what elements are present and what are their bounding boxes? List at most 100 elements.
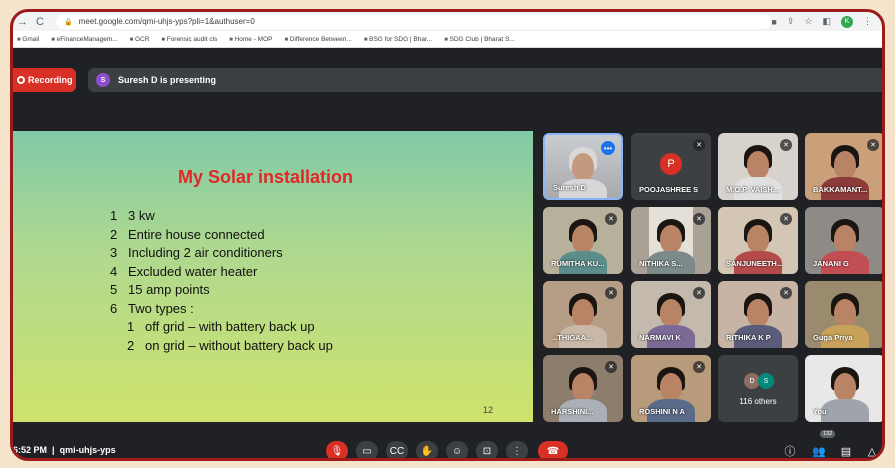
slide-page-number: 12 — [483, 405, 494, 415]
separator: | — [49, 445, 58, 455]
mic-off-icon: ✕ — [780, 139, 792, 151]
share-icon[interactable]: ⇪ — [787, 16, 795, 27]
camera-toggle-button[interactable]: ▭ — [356, 441, 378, 458]
bookmark-home-mop[interactable]: Home - MOP — [229, 36, 273, 43]
meeting-info: 6:52 PM | qmi-uhjs-yps — [13, 437, 116, 458]
participant-name: POOJASHREE S — [639, 185, 699, 194]
bookmark-efinance[interactable]: eFinanceManagem... — [51, 36, 118, 43]
participant-name: BAKKAMANT... — [813, 185, 868, 194]
participant-tile[interactable]: Guga Priya — [805, 281, 882, 348]
meeting-code: qmi-uhjs-yps — [59, 445, 116, 455]
raise-hand-button[interactable]: ✋ — [416, 441, 438, 458]
participant-tile-self[interactable]: You — [805, 355, 882, 422]
mic-off-icon: ✕ — [605, 361, 617, 373]
participant-tile[interactable]: ✕ BAKKAMANT... — [805, 133, 882, 200]
forward-icon[interactable]: → — [17, 16, 28, 28]
participant-name: RUMITHA KU... — [551, 259, 605, 268]
participant-tile[interactable]: ✕ RUMITHA KU... — [543, 207, 623, 274]
participant-tile[interactable]: ✕ ...THIGAA... — [543, 281, 623, 348]
participant-tile[interactable]: ✕ NITHIKA S... — [631, 207, 711, 274]
menu-icon[interactable]: ⋮ — [863, 16, 872, 27]
participant-tile[interactable]: ••• Suresh D — [543, 133, 623, 200]
slide-item: 6 Two types : — [110, 300, 194, 316]
side-panel-icon[interactable]: ◧ — [822, 16, 831, 27]
participant-tile[interactable]: ✕ SANJUNEETH... — [718, 207, 798, 274]
address-bar-row: → C 🔒 meet.google.com/qmi-uhjs-yps?pli=1… — [13, 12, 882, 31]
slide-subitem: 2 on grid – without battery back up — [127, 337, 333, 353]
participant-name: HARSHINI... — [551, 407, 594, 416]
mic-off-icon: ✕ — [693, 287, 705, 299]
more-options-icon[interactable]: ••• — [601, 141, 615, 155]
chat-icon[interactable]: ▤ — [837, 441, 855, 458]
url-text: meet.google.com/qmi-uhjs-yps?pli=1&authu… — [78, 17, 255, 26]
bookmark-star-icon[interactable]: ☆ — [804, 16, 812, 27]
participant-name: NARMAVI K — [639, 333, 681, 342]
slide-item: 13 kw — [110, 208, 155, 223]
participant-name: ROSHINI N A — [639, 407, 685, 416]
presentation-slide: My Solar installation 13 kw 2 Entire hous… — [13, 131, 533, 422]
presenter-avatar: S — [96, 73, 110, 87]
bookmark-difference[interactable]: Difference Between... — [284, 36, 352, 43]
camera-icon[interactable]: ■ — [771, 17, 776, 27]
mic-off-icon: ✕ — [693, 213, 705, 225]
participant-name: Suresh D — [553, 183, 586, 192]
browser-tools: ■ ⇪ ☆ ◧ K ⋮ — [771, 15, 882, 28]
slide-item: 2 Entire house connected — [110, 226, 265, 242]
info-icon[interactable]: ⓘ — [781, 441, 799, 458]
slide-list: 13 kw 2 Entire house connected 3 Including… — [110, 207, 333, 355]
recording-label: Recording — [28, 75, 73, 85]
mic-off-icon: ✕ — [693, 139, 705, 151]
reload-icon[interactable]: C — [36, 16, 44, 28]
activities-icon[interactable]: △ — [863, 441, 881, 458]
participant-tile[interactable]: ✕ P POOJASHREE S — [631, 133, 711, 200]
recording-indicator[interactable]: Recording — [13, 68, 76, 92]
others-tile[interactable]: D S 116 others — [718, 355, 798, 422]
profile-avatar[interactable]: K — [841, 15, 853, 28]
presenting-banner: S Suresh D is presenting — [88, 68, 882, 92]
participant-name: M.O.P. VAISH... — [726, 185, 780, 194]
meeting-time: 6:52 PM — [13, 445, 48, 455]
mic-off-icon: ✕ — [867, 139, 879, 151]
bookmark-gcr[interactable]: GCR — [130, 36, 149, 43]
mic-off-icon: ✕ — [780, 213, 792, 225]
participant-name: Guga Priya — [813, 333, 853, 342]
mic-off-icon: ✕ — [693, 361, 705, 373]
participant-tile[interactable]: JANANI G — [805, 207, 882, 274]
participant-tile[interactable]: ✕ ROSHINI N A — [631, 355, 711, 422]
bookmark-bsg[interactable]: BSG for SDG | Bhar... — [364, 36, 432, 43]
participant-name: SANJUNEETH... — [726, 259, 784, 268]
participants-count-badge: 132 — [820, 430, 836, 438]
participant-tile[interactable]: ✕ M.O.P. VAISH... — [718, 133, 798, 200]
slide-title: My Solar installation — [178, 167, 354, 187]
leave-call-button[interactable]: ☎ — [538, 441, 568, 458]
presenting-text: Suresh D is presenting — [118, 75, 217, 85]
participant-tile[interactable]: ✕ RITHIKA K P — [718, 281, 798, 348]
mic-off-icon: ✕ — [780, 287, 792, 299]
present-button[interactable]: ⊡ — [476, 441, 498, 458]
mic-off-icon: ✕ — [605, 287, 617, 299]
slide-subitem: 1 off grid – with battery back up — [127, 319, 315, 334]
participant-tile[interactable]: ✕ NARMAVI K — [631, 281, 711, 348]
url-field[interactable]: 🔒 meet.google.com/qmi-uhjs-yps?pli=1&aut… — [55, 14, 771, 29]
meet-controls-bar: 6:52 PM | qmi-uhjs-yps 🎙 ▭ CC ✋ ☺ ⊡ ⋮ ☎ … — [13, 430, 882, 458]
others-label: 116 others — [739, 397, 777, 406]
more-options-button[interactable]: ⋮ — [506, 441, 528, 458]
mic-toggle-button[interactable]: 🎙 — [326, 441, 348, 458]
participant-name: You — [813, 407, 827, 416]
participant-name: NITHIKA S... — [639, 259, 683, 268]
participant-name: RITHIKA K P — [726, 333, 771, 342]
people-icon[interactable]: 👥 — [810, 441, 828, 458]
lock-icon: 🔒 — [63, 18, 73, 26]
slide-item: 4 Excluded water heater — [110, 263, 258, 279]
bookmark-forensic[interactable]: Forensic audit cls — [161, 36, 218, 43]
record-icon — [17, 76, 25, 84]
participant-avatar: P — [660, 153, 682, 175]
captions-button[interactable]: CC — [386, 441, 408, 458]
participant-tile[interactable]: ✕ HARSHINI... — [543, 355, 623, 422]
bookmark-gmail[interactable]: Gmail — [17, 36, 39, 43]
others-avatar: S — [758, 373, 774, 389]
participant-name: JANANI G — [813, 259, 849, 268]
mic-off-icon: ✕ — [605, 213, 617, 225]
bookmark-sdg-club[interactable]: SDG Club | Bharat S... — [444, 36, 515, 43]
emoji-button[interactable]: ☺ — [446, 441, 468, 458]
